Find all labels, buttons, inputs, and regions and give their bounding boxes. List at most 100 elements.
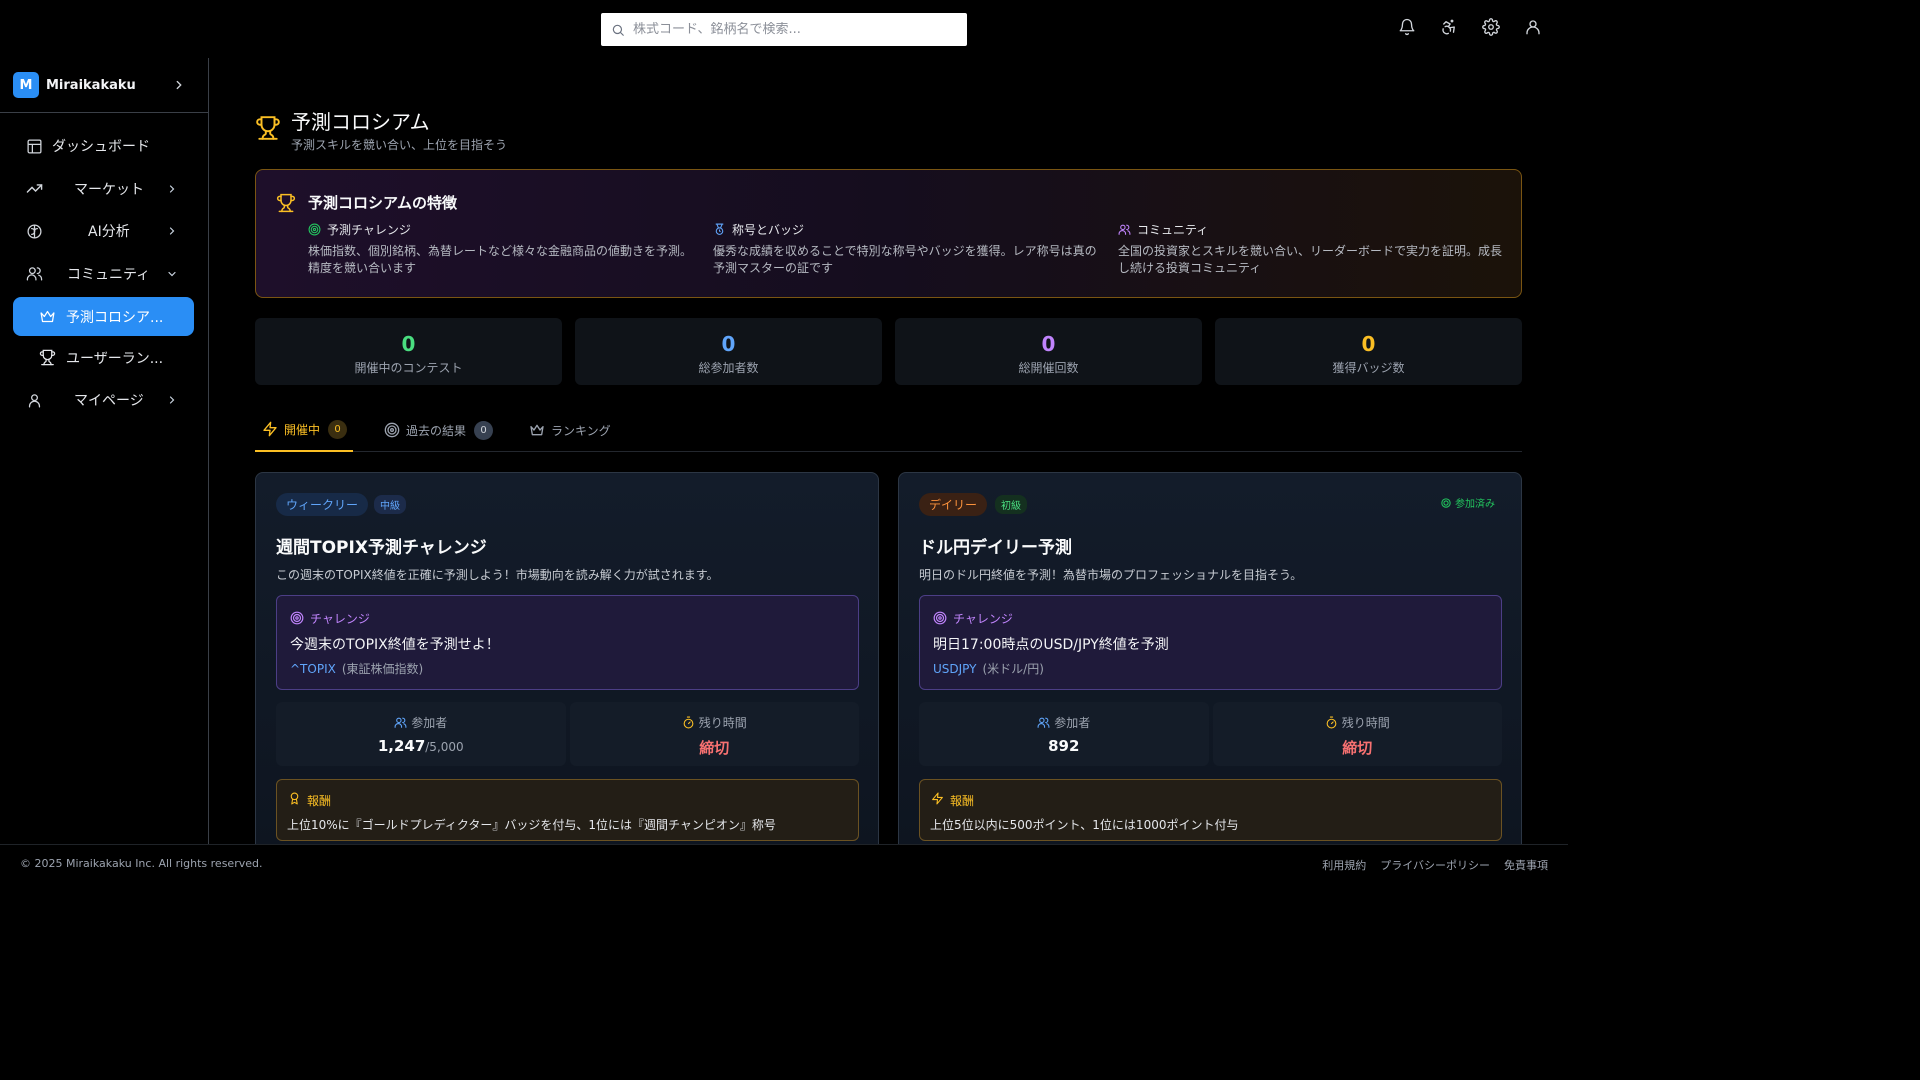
sidebar-item-label: ユーザーラン... xyxy=(66,350,164,367)
reward-label: 報酬 xyxy=(950,794,975,808)
target-icon xyxy=(1441,497,1451,508)
trophy-icon xyxy=(256,116,280,140)
sidebar-item-label: コミュニティ xyxy=(67,266,151,283)
brand-switcher[interactable]: M Miraikakaku xyxy=(0,58,208,113)
contest-stats: 参加者 892 残り時間 締切 xyxy=(919,702,1502,766)
sidebar-item-colosseum[interactable]: 予測コロシア... xyxy=(13,297,194,336)
participants-label: 参加者 xyxy=(411,716,448,730)
level-badge: 初級 xyxy=(995,495,1027,514)
reward-box: 報酬 上位5位以内に500ポイント、1位には1000ポイント付与 xyxy=(919,779,1502,841)
footer-link-privacy[interactable]: プライバシーポリシー xyxy=(1380,857,1490,873)
search-input[interactable] xyxy=(633,22,953,37)
tab-ranking[interactable]: ランキング xyxy=(529,408,611,452)
challenge-box: チャレンジ 今週末のTOPIX終値を予測せよ！ ^TOPIX (東証株価指数) xyxy=(276,595,859,690)
period-badge: デイリー xyxy=(919,493,988,516)
participants-stat: 参加者 892 xyxy=(919,702,1209,766)
search-icon xyxy=(612,24,624,36)
timer-icon xyxy=(683,716,694,729)
timer-icon xyxy=(1326,716,1337,729)
bell-icon[interactable] xyxy=(1398,18,1416,36)
stat-value: 0 xyxy=(1041,332,1056,356)
feature-title: 称号とバッジ xyxy=(732,223,805,237)
tab-past-results[interactable]: 過去の結果 0 xyxy=(384,408,494,452)
sidebar-item-community[interactable]: コミュニティ xyxy=(0,253,208,296)
footer: © 2025 Miraikakaku Inc. All rights reser… xyxy=(0,844,1568,882)
sidebar-item-dashboard[interactable]: ダッシュボード xyxy=(0,125,208,168)
sidebar-item-market[interactable]: マーケット xyxy=(0,168,208,211)
reward-box: 報酬 上位10%に『ゴールドプレディクター』バッジを付与、1位には『週間チャンピ… xyxy=(276,779,859,841)
search-box[interactable] xyxy=(601,13,967,46)
sidebar-item-user-ranking[interactable]: ユーザーラン... xyxy=(13,338,194,377)
stat-value: 0 xyxy=(1361,332,1376,356)
zap-icon xyxy=(263,421,277,437)
time-stat: 残り時間 締切 xyxy=(569,702,859,766)
features-panel: 予測コロシアムの特徴 予測チャレンジ 株価指数、個別銘柄、為替レートなど様々な金… xyxy=(255,169,1522,298)
award-icon xyxy=(290,792,299,805)
sidebar-item-label: AI分析 xyxy=(88,224,130,241)
chevron-right-icon xyxy=(176,80,182,90)
symbol-line: USDJPY (米ドル/円) xyxy=(933,660,1044,677)
time-value: 締切 xyxy=(1342,739,1373,757)
symbol-code: USDJPY xyxy=(933,662,977,676)
participants-label: 参加者 xyxy=(1054,716,1091,730)
challenge-label: チャレンジ xyxy=(310,612,370,626)
challenge-text: 明日17:00時点のUSD/JPY終値を予測 xyxy=(933,637,1169,653)
trophy-icon xyxy=(39,349,56,366)
tab-active[interactable]: 開催中 0 xyxy=(255,408,354,452)
sidebar-item-ai-analysis[interactable]: AI分析 xyxy=(0,210,208,253)
level-badge: 中級 xyxy=(374,495,406,514)
tab-count-badge: 0 xyxy=(328,419,348,439)
sidebar-item-mypage[interactable]: マイページ xyxy=(0,379,208,422)
sidebar: M Miraikakaku ダッシュボード マーケット AI分析 コミュニティ … xyxy=(0,58,209,844)
contest-desc: 明日のドル円終値を予測！為替市場のプロフェッショナルを目指そう。 xyxy=(919,568,1303,582)
tab-label: 過去の結果 xyxy=(406,423,467,438)
sidebar-item-label: マーケット xyxy=(74,181,144,198)
sidebar-item-label: ダッシュボード xyxy=(52,139,150,156)
users-icon xyxy=(1037,717,1050,728)
users-icon xyxy=(1118,224,1131,235)
brain-icon xyxy=(27,224,42,239)
participants-stat: 参加者 1,247/5,000 xyxy=(276,702,566,766)
challenge-text: 今週末のTOPIX終値を予測せよ！ xyxy=(290,637,500,653)
contest-card[interactable]: デイリー 初級 参加済み ドル円デイリー予測 明日のドル円終値を予測！為替市場の… xyxy=(898,472,1522,844)
sidebar-item-label: マイページ xyxy=(74,393,144,410)
contest-stats: 参加者 1,247/5,000 残り時間 締切 xyxy=(276,702,859,766)
feature-desc: 全国の投資家とスキルを競い合い、リーダーボードで実力を証明。成長し続ける投資コミ… xyxy=(1118,244,1503,275)
symbol-code: ^TOPIX xyxy=(290,662,336,676)
joined-label: 参加済み xyxy=(1455,499,1495,510)
period-badge: ウィークリー xyxy=(276,493,369,516)
footer-link-disclaimer[interactable]: 免責事項 xyxy=(1504,857,1548,873)
stat-card: 0 開催中のコンテスト xyxy=(255,318,562,385)
stat-card: 0 獲得バッジ数 xyxy=(1215,318,1522,385)
feature-desc: 株価指数、個別銘柄、為替レートなど様々な金融商品の値動きを予測。精度を競い合いま… xyxy=(308,244,693,275)
main-content: 予測コロシアム 予測スキルを競い合い、上位を目指そう 予測コロシアムの特徴 予測… xyxy=(209,58,1568,844)
chevron-down-icon xyxy=(168,271,176,277)
stat-label: 獲得バッジ数 xyxy=(1332,361,1405,375)
page-title: 予測コロシアム xyxy=(291,110,430,134)
layout-icon xyxy=(27,139,42,154)
sidebar-item-label: 予測コロシア... xyxy=(66,309,164,326)
accessibility-icon[interactable] xyxy=(1440,18,1458,36)
stat-label: 開催中のコンテスト xyxy=(354,361,463,375)
stat-label: 総開催回数 xyxy=(1018,361,1079,375)
chevron-right-icon xyxy=(169,185,175,193)
contest-card[interactable]: ウィークリー 中級 週間TOPIX予測チャレンジ この週末のTOPIX終値を正確… xyxy=(255,472,879,844)
tab-bar: 開催中 0 過去の結果 0 ランキング xyxy=(255,408,1522,452)
stat-value: 0 xyxy=(721,332,736,356)
reward-text: 上位10%に『ゴールドプレディクター』バッジを付与、1位には『週間チャンピオン』… xyxy=(287,818,776,832)
tab-label: ランキング xyxy=(551,423,611,438)
gear-icon[interactable] xyxy=(1482,18,1500,36)
brand-logo: M xyxy=(13,72,39,98)
symbol-line: ^TOPIX (東証株価指数) xyxy=(290,660,423,677)
symbol-name: (米ドル/円) xyxy=(982,662,1044,676)
feature-title: コミュニティ xyxy=(1137,223,1209,237)
user-icon[interactable] xyxy=(1524,18,1542,36)
users-icon xyxy=(26,267,43,281)
copyright: © 2025 Miraikakaku Inc. All rights reser… xyxy=(20,857,263,870)
trending-up-icon xyxy=(26,184,43,193)
medal-icon xyxy=(715,223,724,235)
footer-link-terms[interactable]: 利用規約 xyxy=(1322,857,1366,873)
tab-label: 開催中 xyxy=(284,422,321,437)
joined-badge: 参加済み xyxy=(1441,495,1495,510)
target-icon xyxy=(290,611,304,625)
